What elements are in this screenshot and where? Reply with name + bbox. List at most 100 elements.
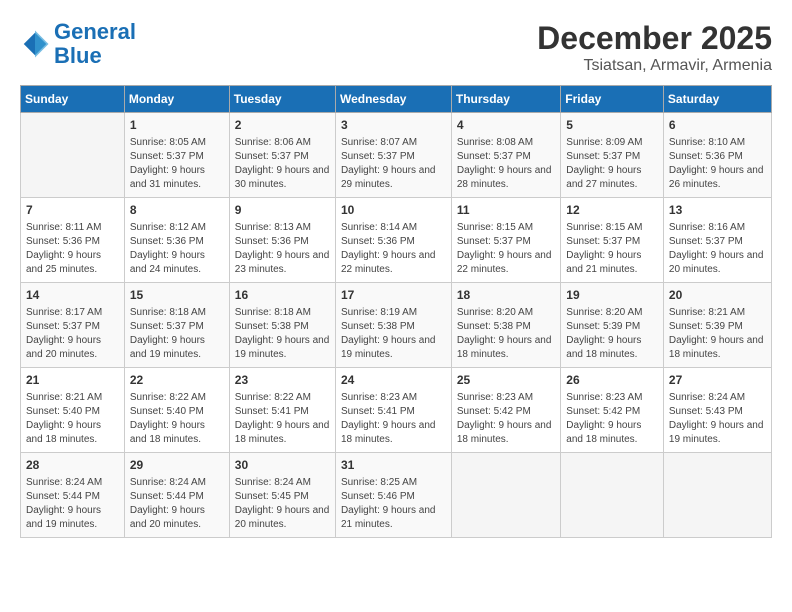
day-number: 15 <box>130 287 224 304</box>
day-info: Sunrise: 8:24 AMSunset: 5:45 PMDaylight:… <box>235 476 330 532</box>
day-info: Sunrise: 8:24 AMSunset: 5:44 PMDaylight:… <box>26 476 119 532</box>
table-row: 11 Sunrise: 8:15 AMSunset: 5:37 PMDayligh… <box>451 198 560 283</box>
table-row: 13 Sunrise: 8:16 AMSunset: 5:37 PMDayligh… <box>663 198 771 283</box>
table-row <box>21 113 125 198</box>
day-info: Sunrise: 8:14 AMSunset: 5:36 PMDaylight:… <box>341 221 446 277</box>
day-number: 7 <box>26 202 119 219</box>
day-info: Sunrise: 8:16 AMSunset: 5:37 PMDaylight:… <box>669 221 766 277</box>
table-row: 7Sunrise: 8:11 AMSunset: 5:36 PMDaylight… <box>21 198 125 283</box>
day-info: Sunrise: 8:23 AMSunset: 5:41 PMDaylight:… <box>341 391 446 447</box>
day-info: Sunrise: 8:20 AMSunset: 5:38 PMDaylight:… <box>457 306 555 362</box>
table-row: 28 Sunrise: 8:24 AMSunset: 5:44 PMDayligh… <box>21 453 125 538</box>
table-row: 12Sunrise: 8:15 AMSunset: 5:37 PMDayligh… <box>561 198 664 283</box>
header-monday: Monday <box>124 86 229 113</box>
day-number: 27 <box>669 372 766 389</box>
day-number: 10 <box>341 202 446 219</box>
table-row: 14 Sunrise: 8:17 AMSunset: 5:37 PMDayligh… <box>21 283 125 368</box>
day-info: Sunrise: 8:08 AMSunset: 5:37 PMDaylight:… <box>457 136 555 192</box>
day-number: 25 <box>457 372 555 389</box>
day-number: 24 <box>341 372 446 389</box>
logo: General Blue <box>20 20 136 68</box>
table-row: 17Sunrise: 8:19 AMSunset: 5:38 PMDayligh… <box>335 283 451 368</box>
table-row: 2 Sunrise: 8:06 AMSunset: 5:37 PMDaylight… <box>229 113 335 198</box>
page-header: General Blue December 2025 Tsiatsan, Arm… <box>20 20 772 75</box>
day-number: 11 <box>457 202 555 219</box>
day-info: Sunrise: 8:23 AMSunset: 5:42 PMDaylight:… <box>566 391 658 447</box>
header-tuesday: Tuesday <box>229 86 335 113</box>
day-info: Sunrise: 8:05 AMSunset: 5:37 PMDaylight:… <box>130 136 224 192</box>
day-info: Sunrise: 8:19 AMSunset: 5:38 PMDaylight:… <box>341 306 446 362</box>
table-row: 10 Sunrise: 8:14 AMSunset: 5:36 PMDayligh… <box>335 198 451 283</box>
day-number: 13 <box>669 202 766 219</box>
logo-general: General <box>54 19 136 44</box>
calendar-week-1: 1 Sunrise: 8:05 AMSunset: 5:37 PMDaylight… <box>21 113 772 198</box>
table-row: 30Sunrise: 8:24 AMSunset: 5:45 PMDayligh… <box>229 453 335 538</box>
day-info: Sunrise: 8:06 AMSunset: 5:37 PMDaylight:… <box>235 136 330 192</box>
day-info: Sunrise: 8:12 AMSunset: 5:36 PMDaylight:… <box>130 221 224 277</box>
table-row <box>561 453 664 538</box>
table-row: 6Sunrise: 8:10 AMSunset: 5:36 PMDaylight… <box>663 113 771 198</box>
day-number: 5 <box>566 117 658 134</box>
day-number: 6 <box>669 117 766 134</box>
day-info: Sunrise: 8:15 AMSunset: 5:37 PMDaylight:… <box>457 221 555 277</box>
day-info: Sunrise: 8:24 AMSunset: 5:44 PMDaylight:… <box>130 476 224 532</box>
day-number: 26 <box>566 372 658 389</box>
header-thursday: Thursday <box>451 86 560 113</box>
table-row: 16 Sunrise: 8:18 AMSunset: 5:38 PMDayligh… <box>229 283 335 368</box>
table-row: 21 Sunrise: 8:21 AMSunset: 5:40 PMDayligh… <box>21 368 125 453</box>
day-info: Sunrise: 8:18 AMSunset: 5:37 PMDaylight:… <box>130 306 224 362</box>
day-info: Sunrise: 8:22 AMSunset: 5:40 PMDaylight:… <box>130 391 224 447</box>
table-row: 18 Sunrise: 8:20 AMSunset: 5:38 PMDayligh… <box>451 283 560 368</box>
table-row: 5 Sunrise: 8:09 AMSunset: 5:37 PMDaylight… <box>561 113 664 198</box>
day-info: Sunrise: 8:20 AMSunset: 5:39 PMDaylight:… <box>566 306 658 362</box>
day-info: Sunrise: 8:13 AMSunset: 5:36 PMDaylight:… <box>235 221 330 277</box>
table-row <box>451 453 560 538</box>
calendar-week-3: 14 Sunrise: 8:17 AMSunset: 5:37 PMDayligh… <box>21 283 772 368</box>
logo-icon <box>20 29 50 59</box>
day-info: Sunrise: 8:21 AMSunset: 5:40 PMDaylight:… <box>26 391 119 447</box>
table-row: 9 Sunrise: 8:13 AMSunset: 5:36 PMDaylight… <box>229 198 335 283</box>
header-friday: Friday <box>561 86 664 113</box>
day-info: Sunrise: 8:25 AMSunset: 5:46 PMDaylight:… <box>341 476 446 532</box>
header-saturday: Saturday <box>663 86 771 113</box>
day-info: Sunrise: 8:21 AMSunset: 5:39 PMDaylight:… <box>669 306 766 362</box>
day-number: 22 <box>130 372 224 389</box>
day-number: 28 <box>26 457 119 474</box>
day-number: 29 <box>130 457 224 474</box>
day-number: 9 <box>235 202 330 219</box>
header-sunday: Sunday <box>21 86 125 113</box>
calendar-header-row: Sunday Monday Tuesday Wednesday Thursday… <box>21 86 772 113</box>
day-info: Sunrise: 8:22 AMSunset: 5:41 PMDaylight:… <box>235 391 330 447</box>
day-number: 2 <box>235 117 330 134</box>
calendar-table: Sunday Monday Tuesday Wednesday Thursday… <box>20 85 772 538</box>
calendar-week-5: 28 Sunrise: 8:24 AMSunset: 5:44 PMDayligh… <box>21 453 772 538</box>
table-row: 24 Sunrise: 8:23 AMSunset: 5:41 PMDayligh… <box>335 368 451 453</box>
table-row: 3Sunrise: 8:07 AMSunset: 5:37 PMDaylight… <box>335 113 451 198</box>
location-title: Tsiatsan, Armavir, Armenia <box>537 57 772 75</box>
table-row: 22 Sunrise: 8:22 AMSunset: 5:40 PMDayligh… <box>124 368 229 453</box>
day-number: 1 <box>130 117 224 134</box>
day-number: 21 <box>26 372 119 389</box>
table-row: 29 Sunrise: 8:24 AMSunset: 5:44 PMDayligh… <box>124 453 229 538</box>
title-section: December 2025 Tsiatsan, Armavir, Armenia <box>537 20 772 75</box>
day-number: 16 <box>235 287 330 304</box>
table-row: 20Sunrise: 8:21 AMSunset: 5:39 PMDayligh… <box>663 283 771 368</box>
day-info: Sunrise: 8:09 AMSunset: 5:37 PMDaylight:… <box>566 136 658 192</box>
table-row: 27 Sunrise: 8:24 AMSunset: 5:43 PMDayligh… <box>663 368 771 453</box>
header-wednesday: Wednesday <box>335 86 451 113</box>
table-row: 15 Sunrise: 8:18 AMSunset: 5:37 PMDayligh… <box>124 283 229 368</box>
day-info: Sunrise: 8:18 AMSunset: 5:38 PMDaylight:… <box>235 306 330 362</box>
day-number: 18 <box>457 287 555 304</box>
day-number: 14 <box>26 287 119 304</box>
month-title: December 2025 <box>537 20 772 57</box>
table-row: 19Sunrise: 8:20 AMSunset: 5:39 PMDayligh… <box>561 283 664 368</box>
table-row: 4Sunrise: 8:08 AMSunset: 5:37 PMDaylight… <box>451 113 560 198</box>
day-info: Sunrise: 8:24 AMSunset: 5:43 PMDaylight:… <box>669 391 766 447</box>
table-row: 25Sunrise: 8:23 AMSunset: 5:42 PMDayligh… <box>451 368 560 453</box>
logo-blue: Blue <box>54 43 102 68</box>
calendar-week-4: 21 Sunrise: 8:21 AMSunset: 5:40 PMDayligh… <box>21 368 772 453</box>
day-number: 31 <box>341 457 446 474</box>
table-row: 1 Sunrise: 8:05 AMSunset: 5:37 PMDaylight… <box>124 113 229 198</box>
day-info: Sunrise: 8:17 AMSunset: 5:37 PMDaylight:… <box>26 306 119 362</box>
table-row: 23Sunrise: 8:22 AMSunset: 5:41 PMDayligh… <box>229 368 335 453</box>
